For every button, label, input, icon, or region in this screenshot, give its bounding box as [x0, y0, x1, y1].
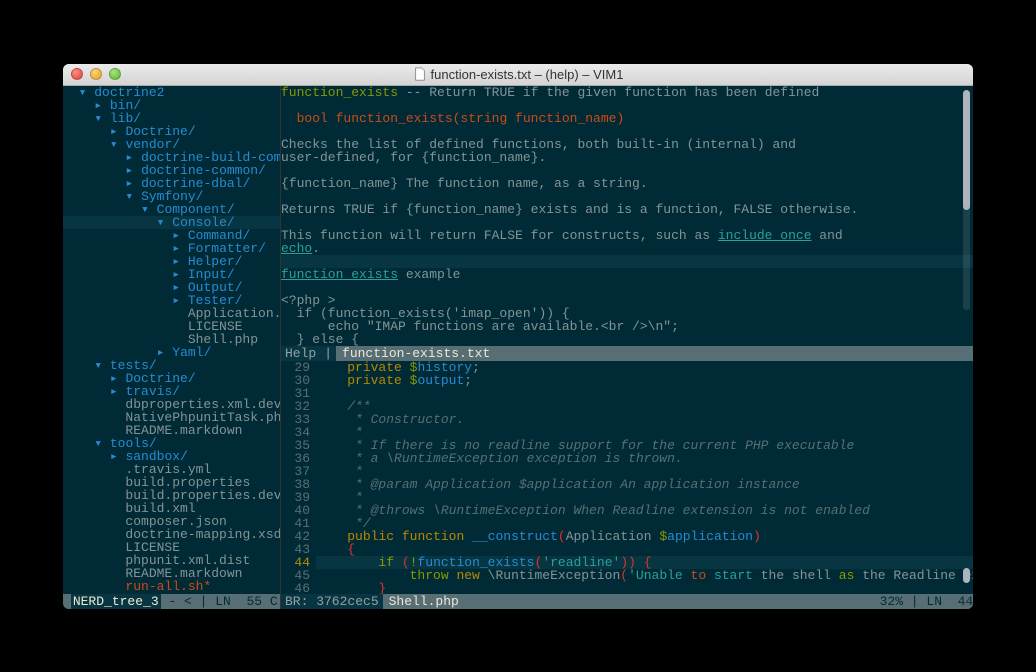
- help-line: [281, 190, 973, 203]
- line-number: 41: [281, 517, 316, 530]
- scrollbar-track[interactable]: [963, 90, 970, 310]
- help-line: user-defined, for {function_name}.: [281, 151, 973, 164]
- line-number: 34: [281, 426, 316, 439]
- code-line[interactable]: }: [316, 582, 973, 594]
- code-line[interactable]: * @param Application $application An app…: [316, 478, 973, 491]
- help-pane[interactable]: function_exists -- Return TRUE if the gi…: [281, 86, 973, 346]
- help-line: [281, 164, 973, 177]
- main-panes: function_exists -- Return TRUE if the gi…: [280, 86, 973, 609]
- minimize-button[interactable]: [90, 68, 102, 80]
- help-line: [281, 125, 973, 138]
- line-number: 32: [281, 400, 316, 413]
- help-line: <?php >: [281, 294, 973, 307]
- nerdtree-sidebar[interactable]: ▾ doctrine2 ▸ bin/ ▾ lib/ ▸ Doctrine/ ▾ …: [63, 86, 280, 609]
- document-icon: [413, 67, 427, 81]
- code-line[interactable]: * @throws \RuntimeException When Readlin…: [316, 504, 973, 517]
- file-tree[interactable]: ▾ doctrine2 ▸ bin/ ▾ lib/ ▸ Doctrine/ ▾ …: [63, 86, 280, 594]
- code-line[interactable]: public function __construct(Application …: [316, 530, 973, 543]
- help-line: [281, 216, 973, 229]
- line-number: 37: [281, 465, 316, 478]
- line-number: 29: [281, 361, 316, 374]
- line-number: 39: [281, 491, 316, 504]
- line-number: 35: [281, 439, 316, 452]
- resize-grip[interactable]: [958, 594, 970, 606]
- window-title: function-exists.txt – (help) – VIM1: [63, 67, 973, 82]
- zoom-button[interactable]: [109, 68, 121, 80]
- line-number: 38: [281, 478, 316, 491]
- help-line: function_exists example: [281, 268, 973, 281]
- help-line: This function will return FALSE for cons…: [281, 229, 973, 242]
- tree-row[interactable]: run-all.sh*: [63, 580, 280, 593]
- help-line: [281, 281, 973, 294]
- line-number: 46: [281, 582, 316, 594]
- scrollbar-thumb[interactable]: [963, 90, 970, 210]
- close-button[interactable]: [71, 68, 83, 80]
- line-number: 45: [281, 569, 316, 582]
- sidebar-statusline: NERD_tree_3 - < | LN 55 C 1: [63, 594, 280, 609]
- line-number: 31: [281, 387, 316, 400]
- gutter: 293031323334353637383940414243444546: [281, 361, 316, 594]
- scrollbar-thumb-lower[interactable]: [963, 568, 970, 583]
- code-body[interactable]: private $history; private $output; /** *…: [316, 361, 973, 594]
- help-line: bool function_exists(string function_nam…: [281, 112, 973, 125]
- line-number: 33: [281, 413, 316, 426]
- help-statusline: Help |function-exists.txt40%: [281, 346, 973, 361]
- line-number: 36: [281, 452, 316, 465]
- window-title-text: function-exists.txt – (help) – VIM1: [431, 67, 624, 82]
- traffic-lights: [63, 68, 121, 80]
- line-number: 42: [281, 530, 316, 543]
- help-line: {function_name} The function name, as a …: [281, 177, 973, 190]
- line-number: 44: [281, 556, 316, 569]
- code-pane[interactable]: 293031323334353637383940414243444546 pri…: [281, 361, 973, 594]
- help-line: } else {: [281, 333, 973, 346]
- help-line: echo "IMAP functions are available.<br /…: [281, 320, 973, 333]
- line-number: 30: [281, 374, 316, 387]
- line-number: 43: [281, 543, 316, 556]
- code-line[interactable]: throw new \RuntimeException('Unable to s…: [316, 569, 973, 582]
- titlebar[interactable]: function-exists.txt – (help) – VIM1: [63, 64, 973, 86]
- tree-row[interactable]: Application.php: [63, 307, 280, 320]
- help-line: echo.: [281, 242, 973, 255]
- code-line[interactable]: private $output;: [316, 374, 973, 387]
- code-line[interactable]: * Constructor.: [316, 413, 973, 426]
- help-line: function_exists -- Return TRUE if the gi…: [281, 86, 973, 99]
- code-statusline: BR: 3762cec5Shell.php32% | LN 44 C 27: [281, 594, 973, 609]
- editor-area: ▾ doctrine2 ▸ bin/ ▾ lib/ ▸ Doctrine/ ▾ …: [63, 86, 973, 609]
- help-line: Checks the list of defined functions, bo…: [281, 138, 973, 151]
- app-window: function-exists.txt – (help) – VIM1 ▾ do…: [63, 64, 973, 609]
- line-number: 40: [281, 504, 316, 517]
- code-line[interactable]: [316, 387, 973, 400]
- code-line[interactable]: * a \RuntimeException exception is throw…: [316, 452, 973, 465]
- help-line: Returns TRUE if {function_name} exists a…: [281, 203, 973, 216]
- help-line: if (function_exists('imap_open')) {: [281, 307, 973, 320]
